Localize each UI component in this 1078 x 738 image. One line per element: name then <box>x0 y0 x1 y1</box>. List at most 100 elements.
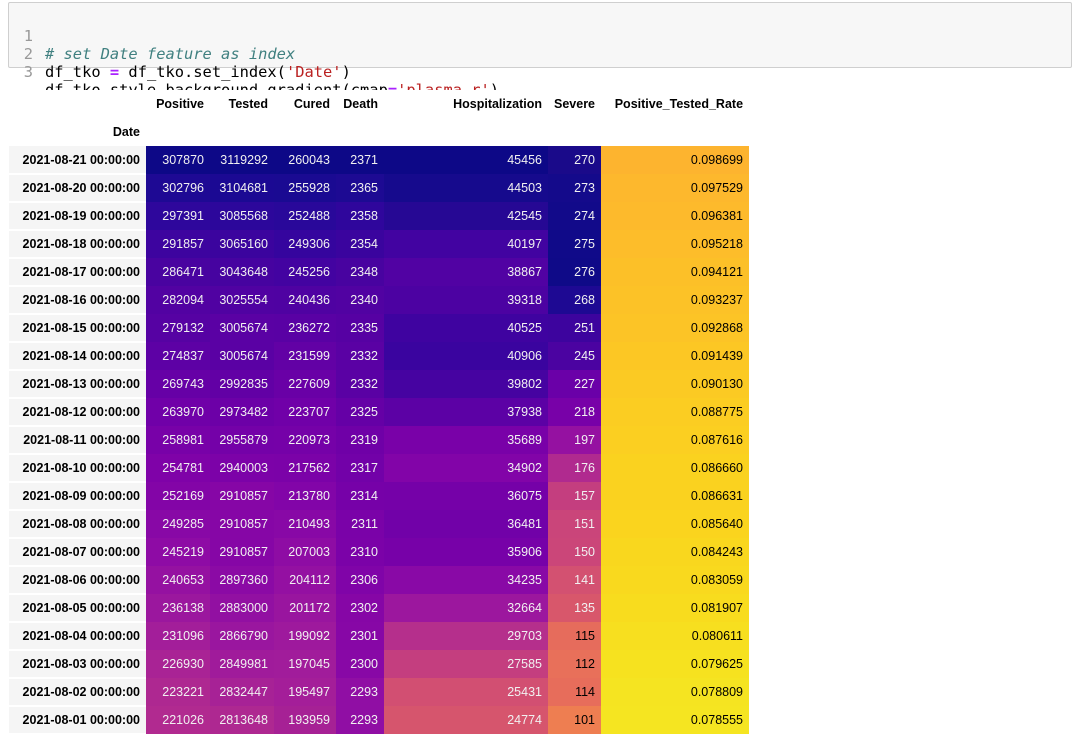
cell-cured: 207003 <box>274 538 336 566</box>
cell-positive-tested-rate: 0.086660 <box>601 454 750 482</box>
table-row: 2021-08-03 00:00:00 226930 2849981 197045 23… <box>9 650 750 679</box>
table-row: 2021-08-05 00:00:00 236138 2883000 201172 23… <box>9 594 750 623</box>
table-row: 2021-08-10 00:00:00 254781 2940003 217562 23… <box>9 454 750 483</box>
row-index-date: 2021-08-19 00:00:00 <box>9 202 146 231</box>
cell-hospitalization: 45456 <box>384 146 548 174</box>
cell-positive: 252169 <box>146 482 210 510</box>
cell-positive: 274837 <box>146 342 210 370</box>
cell-tested: 2849981 <box>210 650 274 678</box>
table-row: 2021-08-08 00:00:00 249285 2910857 210493 23… <box>9 510 750 539</box>
cell-severe: 151 <box>548 510 602 538</box>
table-row: 2021-08-16 00:00:00 282094 3025554 240436 23… <box>9 286 750 315</box>
cell-tested: 2883000 <box>210 594 274 622</box>
table-row: 2021-08-07 00:00:00 245219 2910857 207003 23… <box>9 538 750 567</box>
cell-severe: 251 <box>548 314 602 342</box>
row-index-date: 2021-08-04 00:00:00 <box>9 622 146 651</box>
cell-positive-tested-rate: 0.087616 <box>601 426 750 454</box>
col-header-hospitalization: Hospitalization <box>384 90 548 118</box>
cell-hospitalization: 40906 <box>384 342 548 370</box>
cell-positive-tested-rate: 0.092868 <box>601 314 750 342</box>
col-header-positive-tested-rate: Positive_Tested_Rate <box>601 90 750 118</box>
cell-hospitalization: 34902 <box>384 454 548 482</box>
row-index-date: 2021-08-10 00:00:00 <box>9 454 146 483</box>
cell-cured: 210493 <box>274 510 336 538</box>
cell-death: 2365 <box>336 174 384 202</box>
col-header-death: Death <box>336 90 384 118</box>
cell-death: 2335 <box>336 314 384 342</box>
cell-positive-tested-rate: 0.081907 <box>601 594 750 622</box>
table-row: 2021-08-01 00:00:00 221026 2813648 193959 22… <box>9 706 750 735</box>
row-index-date: 2021-08-18 00:00:00 <box>9 230 146 259</box>
cell-hospitalization: 35906 <box>384 538 548 566</box>
cell-death: 2306 <box>336 566 384 594</box>
cell-hospitalization: 37938 <box>384 398 548 426</box>
cell-severe: 197 <box>548 426 602 454</box>
col-header-cured: Cured <box>274 90 336 118</box>
cell-tested: 3085568 <box>210 202 274 230</box>
table-row: 2021-08-06 00:00:00 240653 2897360 204112 23… <box>9 566 750 595</box>
cell-cured: 204112 <box>274 566 336 594</box>
cell-positive-tested-rate: 0.080611 <box>601 622 750 650</box>
cell-death: 2325 <box>336 398 384 426</box>
code-string: 'Date' <box>285 63 342 81</box>
cell-positive-tested-rate: 0.097529 <box>601 174 750 202</box>
code-line-3: 3 df_tko.style.background_gradient(cmap=… <box>9 45 1071 99</box>
row-index-date: 2021-08-20 00:00:00 <box>9 174 146 203</box>
cell-positive: 231096 <box>146 622 210 650</box>
cell-tested: 2910857 <box>210 538 274 566</box>
cell-tested: 2910857 <box>210 482 274 510</box>
cell-hospitalization: 34235 <box>384 566 548 594</box>
cell-severe: 276 <box>548 258 602 286</box>
cell-positive: 286471 <box>146 258 210 286</box>
cell-cured: 260043 <box>274 146 336 174</box>
cell-severe: 114 <box>548 678 602 706</box>
cell-death: 2301 <box>336 622 384 650</box>
cell-death: 2293 <box>336 678 384 706</box>
cell-severe: 150 <box>548 538 602 566</box>
cell-cured: 249306 <box>274 230 336 258</box>
row-index-date: 2021-08-03 00:00:00 <box>9 650 146 679</box>
code-line-2: 2 df_tko = df_tko.set_index('Date') <box>9 27 1071 81</box>
table-row: 2021-08-18 00:00:00 291857 3065160 249306 23… <box>9 230 750 259</box>
cell-hospitalization: 25431 <box>384 678 548 706</box>
cell-positive: 221026 <box>146 706 210 734</box>
table-row: 2021-08-19 00:00:00 297391 3085568 252488 23… <box>9 202 750 231</box>
cell-cured: 245256 <box>274 258 336 286</box>
cell-severe: 274 <box>548 202 602 230</box>
line-number: 3 <box>23 63 33 81</box>
cell-hospitalization: 44503 <box>384 174 548 202</box>
cell-tested: 2813648 <box>210 706 274 734</box>
code-cell[interactable]: 1 # set Date feature as index 2 df_tko =… <box>8 2 1072 99</box>
cell-positive-tested-rate: 0.096381 <box>601 202 750 230</box>
cell-death: 2293 <box>336 706 384 734</box>
cell-cured: 255928 <box>274 174 336 202</box>
cell-tested: 2940003 <box>210 454 274 482</box>
cell-positive: 279132 <box>146 314 210 342</box>
cell-positive: 223221 <box>146 678 210 706</box>
cell-severe: 218 <box>548 398 602 426</box>
cell-tested: 2992835 <box>210 370 274 398</box>
cell-positive-tested-rate: 0.088775 <box>601 398 750 426</box>
blank-header <box>548 118 602 146</box>
cell-severe: 245 <box>548 342 602 370</box>
cell-positive: 269743 <box>146 370 210 398</box>
cell-cured: 240436 <box>274 286 336 314</box>
cell-severe: 270 <box>548 146 602 174</box>
cell-hospitalization: 36481 <box>384 510 548 538</box>
cell-severe: 268 <box>548 286 602 314</box>
cell-tested: 3043648 <box>210 258 274 286</box>
cell-hospitalization: 24774 <box>384 706 548 734</box>
cell-positive: 254781 <box>146 454 210 482</box>
cell-death: 2358 <box>336 202 384 230</box>
table-row: 2021-08-11 00:00:00 258981 2955879 220973 23… <box>9 426 750 455</box>
row-index-date: 2021-08-09 00:00:00 <box>9 482 146 511</box>
blank-header <box>9 90 146 118</box>
cell-hospitalization: 40197 <box>384 230 548 258</box>
index-name-row: Date <box>9 118 750 146</box>
table-row: 2021-08-20 00:00:00 302796 3104681 255928 23… <box>9 174 750 203</box>
cell-cured: 223707 <box>274 398 336 426</box>
cell-hospitalization: 42545 <box>384 202 548 230</box>
table-row: 2021-08-17 00:00:00 286471 3043648 245256 23… <box>9 258 750 287</box>
cell-death: 2300 <box>336 650 384 678</box>
row-index-date: 2021-08-16 00:00:00 <box>9 286 146 315</box>
